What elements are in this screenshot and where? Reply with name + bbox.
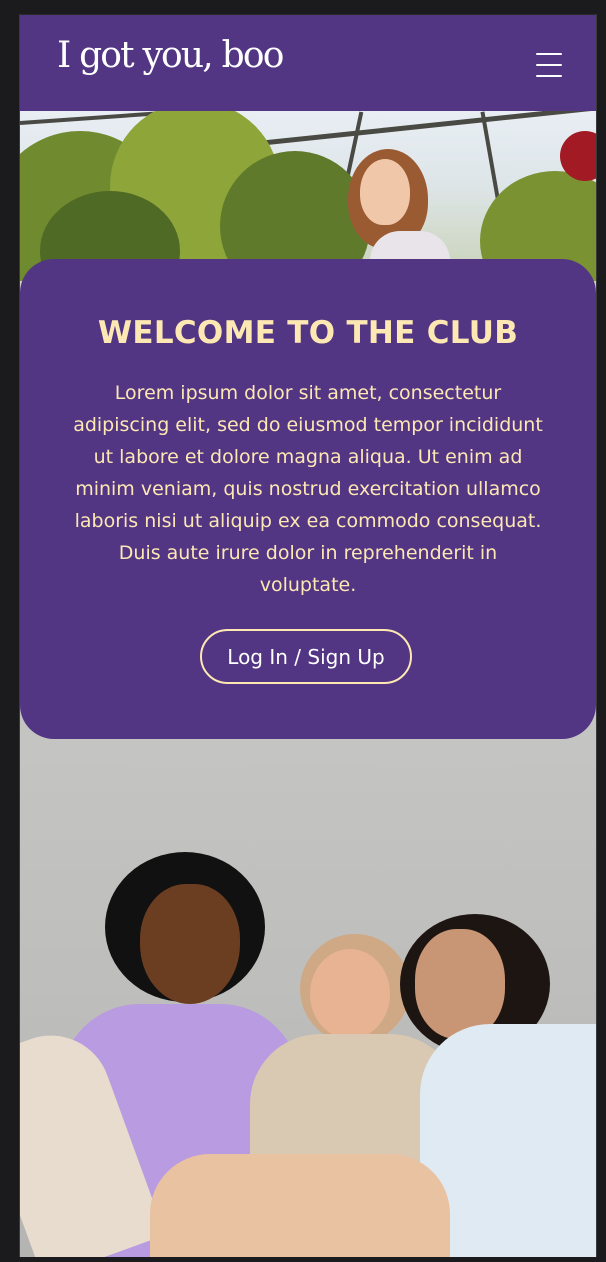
welcome-card: WELCOME TO THE CLUB Lorem ipsum dolor si… [20, 259, 596, 739]
hamburger-menu-icon[interactable] [536, 51, 564, 77]
welcome-title: WELCOME TO THE CLUB [97, 315, 519, 351]
phone-viewport: I got you, boo WELCOME TO THE CLUB Lorem… [19, 14, 597, 1257]
site-header: I got you, boo [20, 14, 596, 112]
woman-smiling-in-greenhouse-photo [20, 111, 596, 281]
site-logo[interactable]: I got you, boo [57, 35, 284, 76]
welcome-body-text: Lorem ipsum dolor sit amet, consectetur … [73, 382, 543, 596]
three-women-laughing-photo [20, 704, 596, 1257]
login-signup-button[interactable]: Log In / Sign Up [200, 629, 412, 684]
